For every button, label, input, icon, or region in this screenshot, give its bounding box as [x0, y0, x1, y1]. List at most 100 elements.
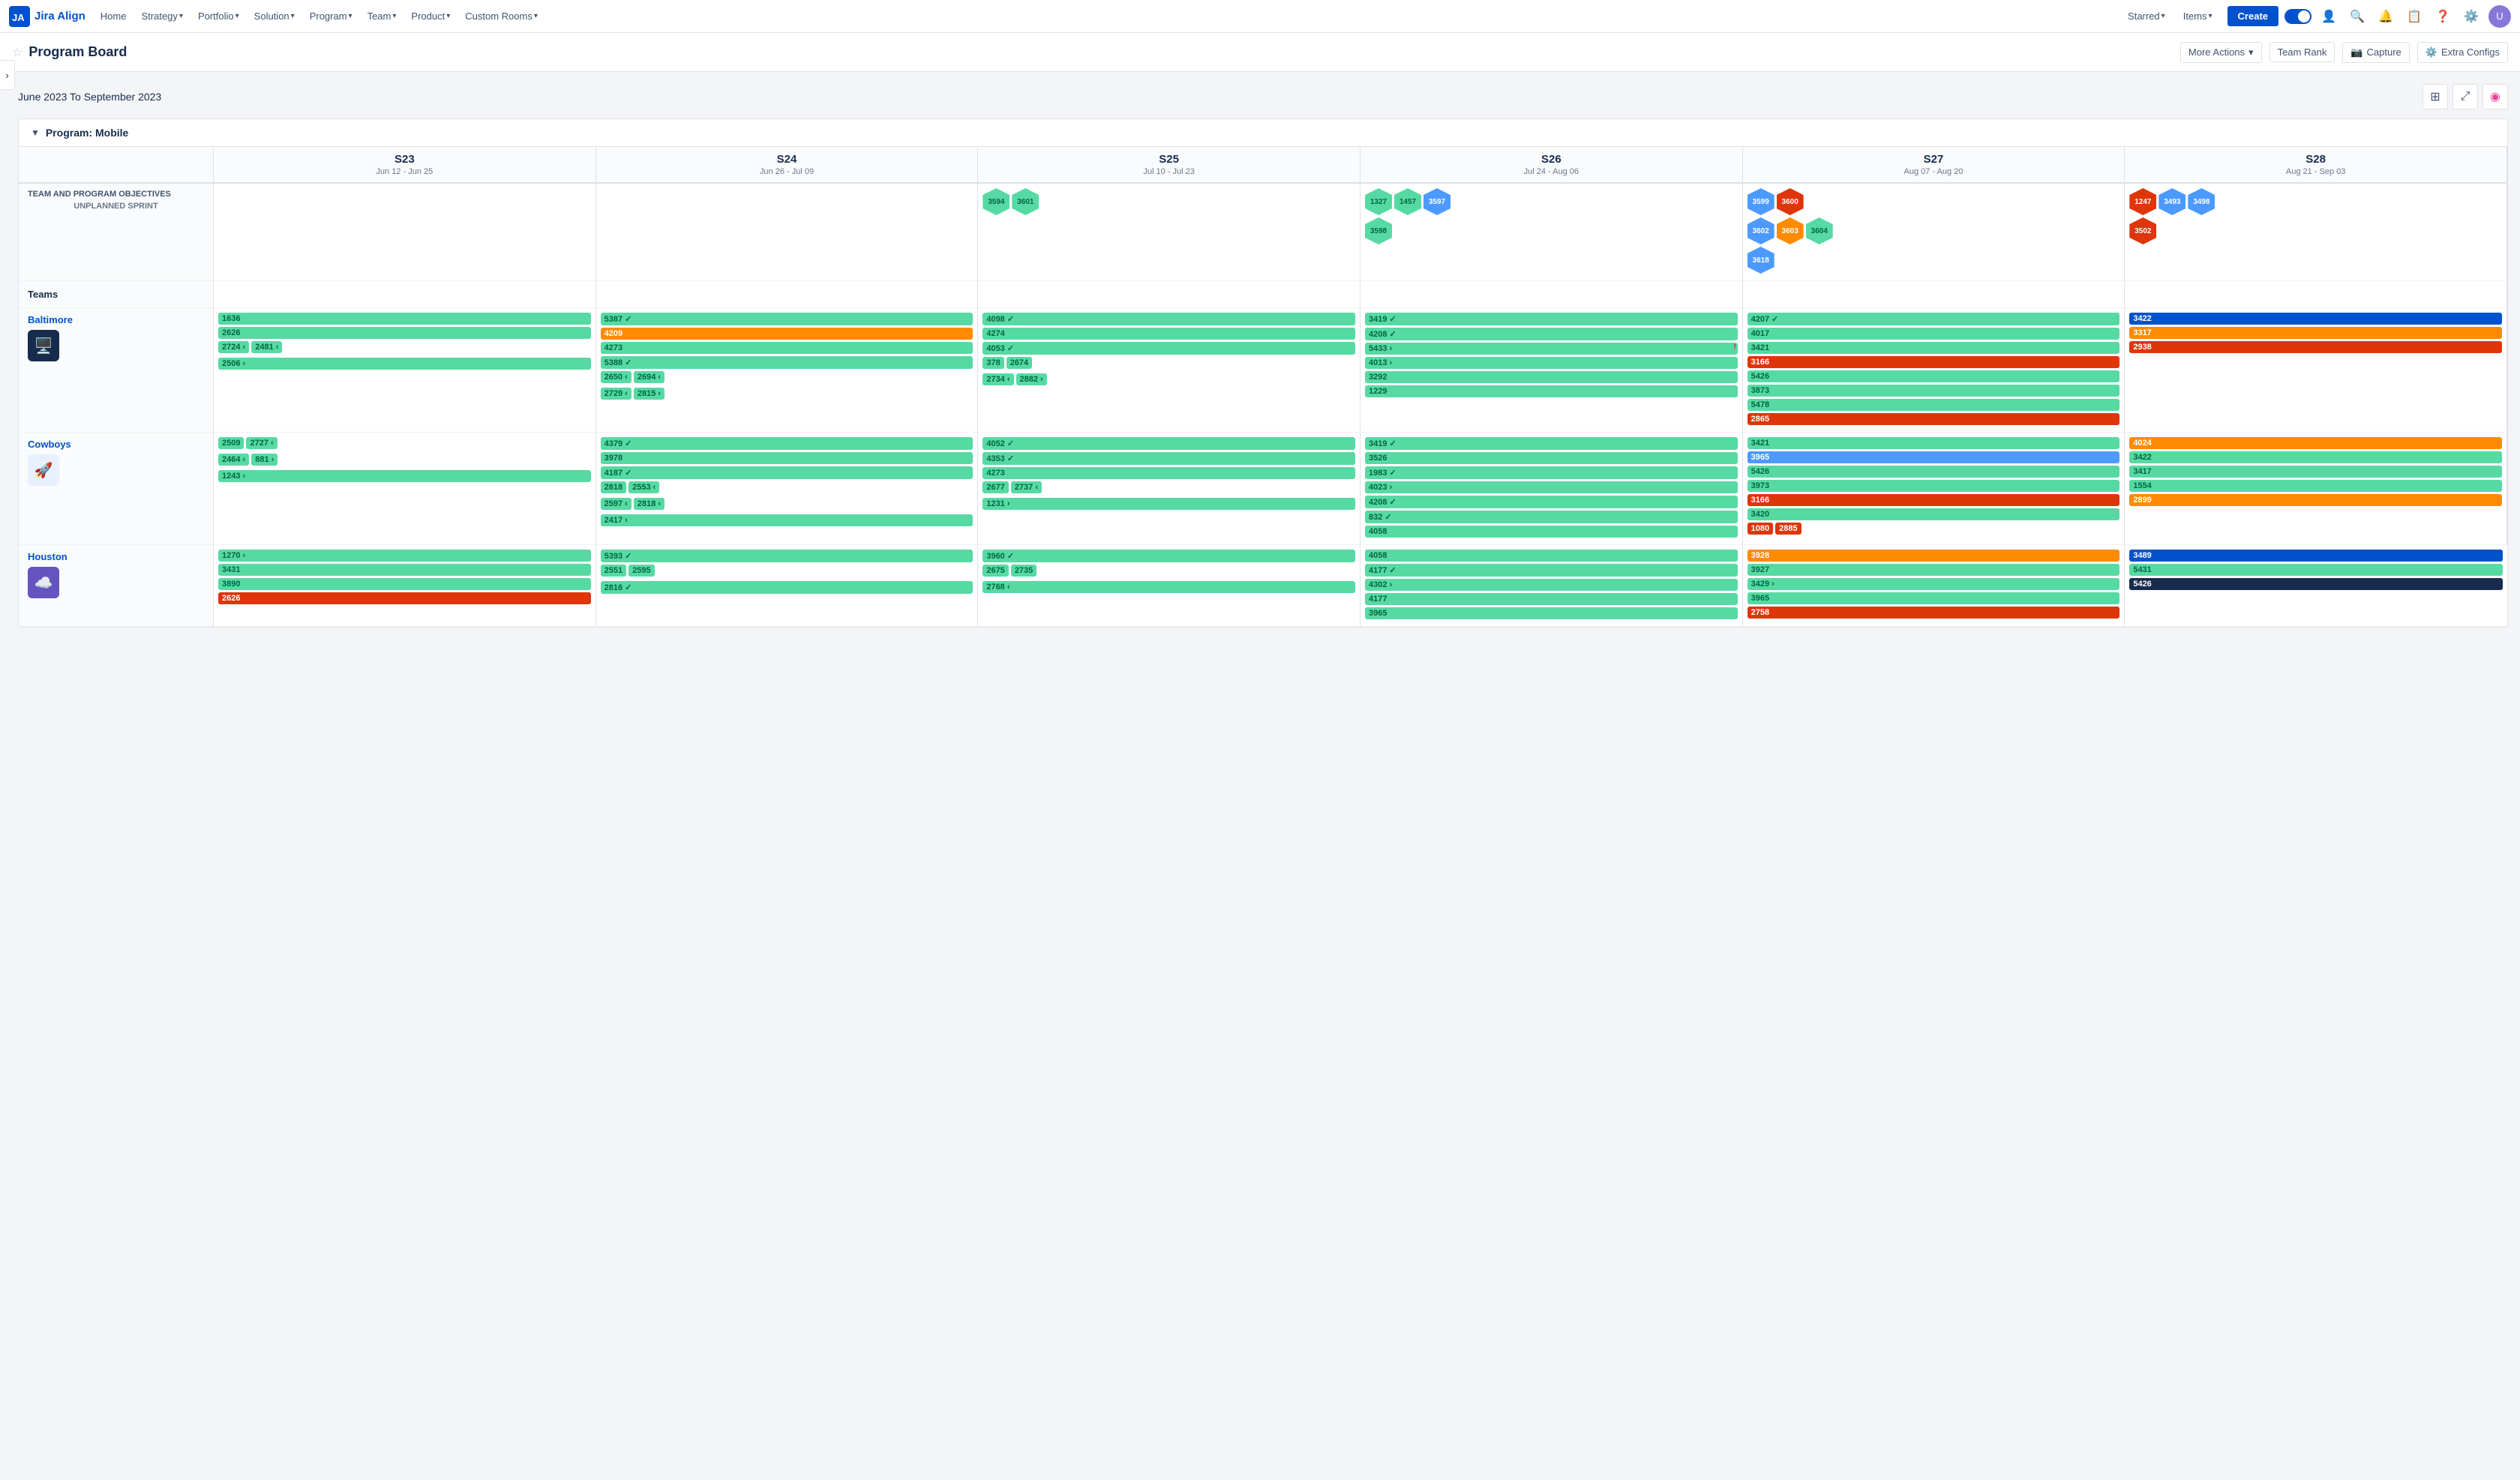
hex-1327[interactable]: 1327 — [1365, 188, 1392, 215]
card-4058b[interactable]: 4058 — [1365, 550, 1738, 562]
hex-3602[interactable]: 3602 — [1748, 217, 1774, 244]
card-1080[interactable]: 1080 — [1748, 523, 1773, 535]
card-3422[interactable]: 3422 — [2129, 313, 2502, 325]
card-4023[interactable]: 4023 › — [1365, 481, 1738, 493]
hex-3597[interactable]: 3597 — [1424, 188, 1450, 215]
card-5478[interactable]: 5478 — [1748, 399, 2120, 411]
card-2464[interactable]: 2464 ‹ — [218, 454, 249, 466]
card-2727[interactable]: 2727 ‹ — [246, 437, 277, 449]
card-2626b[interactable]: 2626 — [218, 592, 591, 604]
user-icon-btn[interactable]: 👤 — [2318, 5, 2340, 28]
card-3928[interactable]: 3928 — [1748, 550, 2120, 562]
hex-3600[interactable]: 3600 — [1777, 188, 1804, 215]
card-1983[interactable]: 1983 ✓ — [1365, 466, 1738, 479]
card-3417[interactable]: 3417 — [2129, 466, 2502, 478]
card-378[interactable]: 378 — [982, 357, 1004, 369]
card-3166[interactable]: 3166 — [1748, 356, 2120, 368]
card-3960[interactable]: 3960 ✓ — [982, 550, 1355, 562]
group-icon-btn[interactable]: ⊞ — [2422, 84, 2448, 109]
card-4052[interactable]: 4052 ✓ — [982, 437, 1355, 450]
card-2899[interactable]: 2899 — [2129, 494, 2502, 506]
card-4353[interactable]: 4353 ✓ — [982, 452, 1355, 465]
hex-3618[interactable]: 3618 — [1748, 247, 1774, 274]
help-button[interactable]: ❓ — [2432, 5, 2454, 28]
card-4379[interactable]: 4379 ✓ — [601, 437, 974, 450]
search-button[interactable]: 🔍 — [2346, 5, 2368, 28]
card-2882[interactable]: 2882 › — [1016, 373, 1047, 385]
card-5433[interactable]: 5433 ›! — [1365, 343, 1738, 355]
card-1636[interactable]: 1636 — [218, 313, 591, 325]
hex-1457[interactable]: 1457 — [1394, 188, 1421, 215]
card-3421b[interactable]: 3421 — [1748, 437, 2120, 449]
nav-custom-rooms[interactable]: Custom Rooms ▾ — [459, 7, 544, 25]
card-5393[interactable]: 5393 ✓ — [601, 550, 974, 562]
card-4177b[interactable]: 4177 — [1365, 593, 1738, 605]
card-832[interactable]: 832 ✓ — [1365, 511, 1738, 523]
notifications-button[interactable]: 🔔 — [2374, 5, 2397, 28]
hex-3604[interactable]: 3604 — [1806, 217, 1833, 244]
more-actions-button[interactable]: More Actions ▾ — [2180, 42, 2262, 63]
card-3292[interactable]: 3292 — [1365, 371, 1738, 383]
hex-3502[interactable]: 3502 — [2129, 217, 2156, 244]
card-3978[interactable]: 3978 — [601, 452, 974, 464]
card-3489[interactable]: 3489 — [2129, 550, 2503, 562]
hex-3493[interactable]: 3493 — [2158, 188, 2186, 215]
avatar[interactable]: U — [2488, 5, 2511, 28]
card-2768[interactable]: 2768 ‹ — [982, 581, 1355, 593]
card-2551[interactable]: 2551 — [601, 565, 626, 577]
card-2650[interactable]: 2650 ‹ — [601, 371, 632, 383]
card-5426b[interactable]: 5426 — [1748, 466, 2120, 478]
nav-program[interactable]: Program ▾ — [304, 7, 358, 25]
card-5426c[interactable]: 5426 — [2129, 578, 2503, 590]
card-2885[interactable]: 2885 — [1775, 523, 1801, 535]
app-logo[interactable]: JA Jira Align — [9, 6, 86, 27]
card-2674[interactable]: 2674 — [1006, 357, 1032, 369]
hex-3594[interactable]: 3594 — [982, 188, 1010, 215]
card-5387[interactable]: 5387 ✓ — [601, 313, 974, 325]
card-4058[interactable]: 4058 — [1365, 526, 1738, 538]
card-3890[interactable]: 3890 — [218, 578, 591, 590]
nav-product[interactable]: Product ▾ — [405, 7, 456, 25]
inbox-button[interactable]: 📋 — [2403, 5, 2426, 28]
capture-button[interactable]: 📷 Capture — [2342, 42, 2409, 63]
card-3317[interactable]: 3317 — [2129, 327, 2502, 339]
card-2938[interactable]: 2938 — [2129, 341, 2502, 353]
card-4274[interactable]: 4274 — [982, 328, 1355, 340]
star-icon[interactable]: ☆ — [12, 45, 22, 60]
card-3422b[interactable]: 3422 — [2129, 451, 2502, 463]
card-3419[interactable]: 3419 ✓ — [1365, 313, 1738, 325]
card-4053[interactable]: 4053 ✓ — [982, 342, 1355, 355]
card-2734[interactable]: 2734 ‹ — [982, 373, 1013, 385]
card-5388[interactable]: 5388 ✓ — [601, 356, 974, 369]
hex-3498[interactable]: 3498 — [2188, 188, 2215, 215]
card-2675[interactable]: 2675 — [982, 565, 1008, 577]
color-wheel-btn[interactable]: ◉ — [2482, 84, 2508, 109]
card-3965b[interactable]: 3965 — [1365, 607, 1738, 619]
team-rank-button[interactable]: Team Rank — [2270, 42, 2336, 62]
card-2694[interactable]: 2694 ‹ — [634, 371, 664, 383]
hex-3599[interactable]: 3599 — [1748, 188, 1774, 215]
card-1270[interactable]: 1270 › — [218, 550, 591, 562]
card-2597[interactable]: 2597 ‹ — [601, 498, 632, 510]
card-4024[interactable]: 4024 — [2129, 437, 2502, 449]
card-2815[interactable]: 2815 ‹ — [634, 388, 664, 400]
card-881[interactable]: 881 › — [251, 454, 278, 466]
card-5426[interactable]: 5426 — [1748, 370, 2120, 382]
theme-toggle[interactable] — [2284, 9, 2312, 24]
card-4273[interactable]: 4273 — [601, 342, 974, 354]
settings-button[interactable]: ⚙️ — [2460, 5, 2482, 28]
card-4177[interactable]: 4177 ✓ — [1365, 564, 1738, 577]
card-2724[interactable]: 2724 ‹ — [218, 341, 249, 353]
nav-strategy[interactable]: Strategy ▾ — [135, 7, 188, 25]
card-1243[interactable]: 1243 › — [218, 470, 591, 482]
card-2553[interactable]: 2553 ‹ — [628, 481, 659, 493]
team-cowboys-name[interactable]: Cowboys — [28, 439, 204, 450]
nav-starred[interactable]: Starred ▾ — [2122, 7, 2171, 25]
create-button[interactable]: Create — [2228, 6, 2278, 26]
card-3927[interactable]: 3927 — [1748, 564, 2120, 576]
card-4208b[interactable]: 4208 ✓ — [1365, 496, 1738, 508]
card-2758[interactable]: 2758 — [1748, 607, 2120, 619]
card-2481[interactable]: 2481 ‹ — [251, 341, 282, 353]
nav-portfolio[interactable]: Portfolio ▾ — [192, 7, 245, 25]
card-2626[interactable]: 2626 — [218, 327, 591, 339]
